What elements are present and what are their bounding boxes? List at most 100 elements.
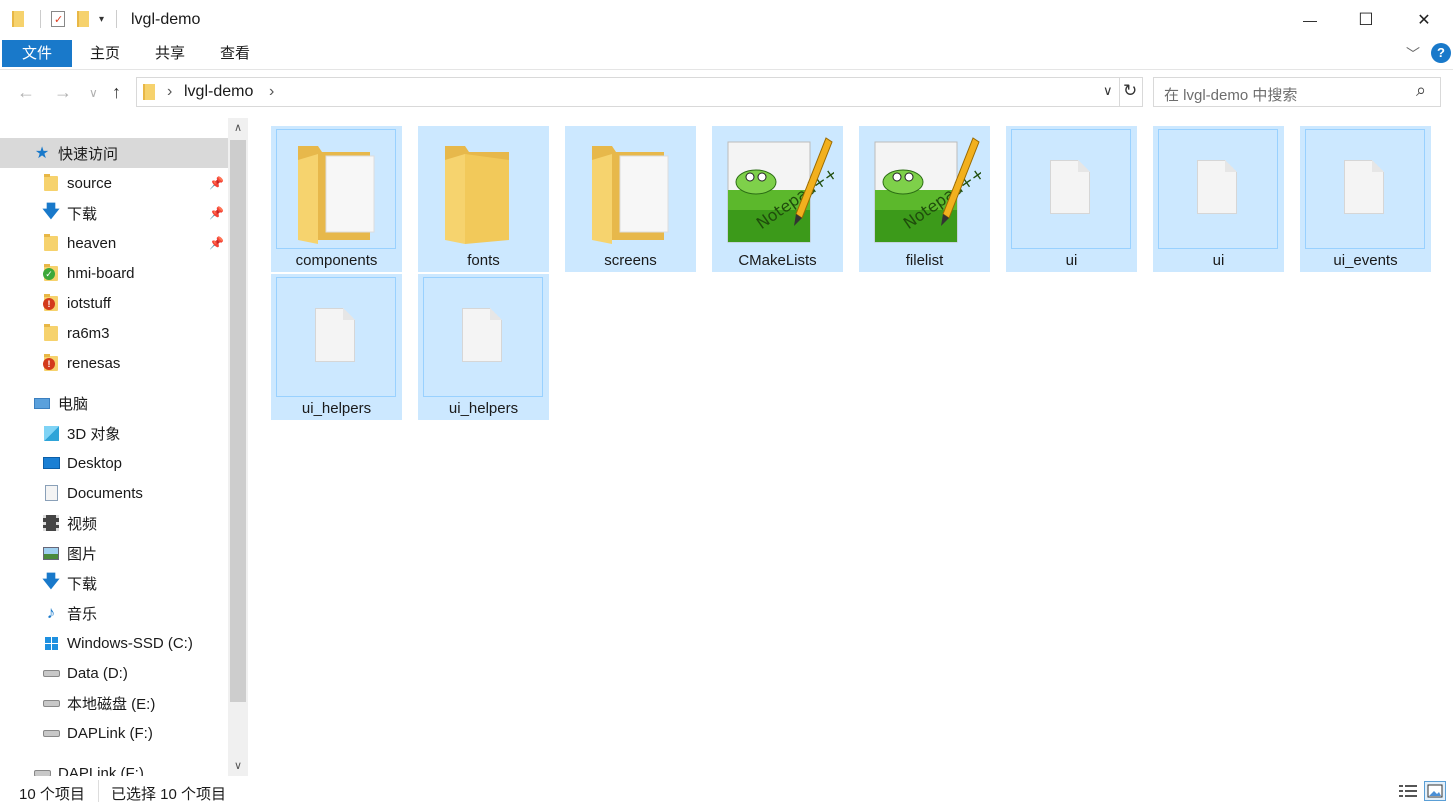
sidebar-item-desktop[interactable]: Desktop xyxy=(0,448,228,478)
file-item-cmakelists[interactable]: Notepad++ CMakeLists xyxy=(712,126,843,272)
file-item-ui[interactable]: ui xyxy=(1006,126,1137,272)
search-icon[interactable]: ⌕ xyxy=(1416,80,1426,101)
forward-button[interactable]: → xyxy=(54,82,72,103)
new-folder-icon[interactable] xyxy=(77,11,89,27)
file-name: ui_helpers xyxy=(301,400,372,417)
tab-share[interactable]: 共享 xyxy=(145,40,195,67)
file-item-ui-helpers[interactable]: ui_helpers xyxy=(271,274,402,420)
minimize-button[interactable]: — xyxy=(1281,0,1339,40)
expand-ribbon-icon[interactable]: ﹀ xyxy=(1406,44,1420,64)
address-bar[interactable]: › lvgl-demo › ∨ ↻ xyxy=(136,77,1143,107)
breadcrumb-separator[interactable]: › xyxy=(167,83,172,101)
sidebar-item-this-pc[interactable]: 电脑 xyxy=(0,388,228,418)
file-item-components[interactable]: components xyxy=(271,126,402,272)
file-name: CMakeLists xyxy=(738,252,817,269)
notepad-plus-plus-icon: Notepad++ xyxy=(727,137,834,243)
desktop-icon xyxy=(42,454,60,472)
sidebar-item-label: Windows-SSD (C:) xyxy=(67,634,193,652)
sidebar-item-pictures[interactable]: 图片 xyxy=(0,538,228,568)
file-item-ui-2[interactable]: ui xyxy=(1153,126,1284,272)
sidebar-item-downloads[interactable]: 🡇 下载 📌 xyxy=(0,198,228,228)
file-item-filelist[interactable]: Notepad++ filelist xyxy=(859,126,990,272)
file-item-screens[interactable]: screens xyxy=(565,126,696,272)
pin-icon: 📌 xyxy=(209,236,224,250)
sidebar-item-quick-access[interactable]: ★ 快速访问 xyxy=(0,138,228,168)
scroll-down-button[interactable]: ∨ xyxy=(228,756,248,776)
git-alert-folder-icon: ! xyxy=(42,353,60,372)
drive-icon xyxy=(42,694,60,712)
sidebar-item-videos[interactable]: 视频 xyxy=(0,508,228,538)
drive-icon xyxy=(42,724,60,742)
scroll-thumb[interactable] xyxy=(230,140,246,702)
file-item-fonts[interactable]: fonts xyxy=(418,126,549,272)
breadcrumb-separator[interactable]: › xyxy=(269,83,274,101)
pin-icon: 📌 xyxy=(209,206,224,220)
sidebar-item-label: 图片 xyxy=(67,545,98,563)
breadcrumb-item[interactable]: lvgl-demo xyxy=(184,83,253,101)
pin-icon: 📌 xyxy=(209,176,224,190)
customize-toolbar-icon[interactable]: ▾ xyxy=(99,14,104,25)
tab-view[interactable]: 查看 xyxy=(210,40,260,67)
sidebar-item-music[interactable]: ♪ 音乐 xyxy=(0,598,228,628)
file-item-ui-helpers-2[interactable]: ui_helpers xyxy=(418,274,549,420)
folder-icon xyxy=(42,173,60,192)
sidebar-item-documents[interactable]: Documents xyxy=(0,478,228,508)
sidebar-item-drive-e[interactable]: 本地磁盘 (E:) xyxy=(0,688,228,718)
large-icons-view-button[interactable] xyxy=(1424,781,1446,801)
sidebar-item-label: source xyxy=(67,174,113,192)
tab-home[interactable]: 主页 xyxy=(80,40,130,67)
sidebar-item-label: 音乐 xyxy=(67,605,98,623)
sidebar-item-heaven[interactable]: heaven 📌 xyxy=(0,228,228,258)
recent-locations-button[interactable]: ∨ xyxy=(89,86,98,100)
notepad-plus-plus-icon: Notepad++ xyxy=(874,137,981,243)
drive-icon xyxy=(33,764,51,776)
folder-icon xyxy=(42,323,60,342)
sidebar-scrollbar[interactable]: ∧ ∨ xyxy=(228,118,248,776)
folder-icon xyxy=(445,146,509,244)
sidebar-item-label: Documents xyxy=(67,484,143,502)
properties-icon[interactable]: ✓ xyxy=(51,11,65,27)
title-bar: ✓ ▾ lvgl-demo — ☐ ✕ xyxy=(0,0,1453,40)
file-icon xyxy=(1344,160,1384,214)
separator xyxy=(1119,78,1120,106)
ribbon-tabs: 文件 主页 共享 查看 ﹀ ? xyxy=(0,40,1453,70)
separator xyxy=(40,10,41,28)
sidebar-item-hmi-board[interactable]: ✓ hmi-board xyxy=(0,258,228,288)
sidebar-item-label: 电脑 xyxy=(58,395,89,413)
sidebar-item-label: heaven xyxy=(67,234,117,252)
scroll-up-button[interactable]: ∧ xyxy=(228,118,248,138)
sidebar-item-ra6m3[interactable]: ra6m3 xyxy=(0,318,228,348)
file-name: screens xyxy=(604,252,657,269)
pictures-icon xyxy=(42,544,60,562)
sidebar-item-label: 下载 xyxy=(67,575,98,593)
sidebar-item-drive-f-root[interactable]: DAPLink (F:) xyxy=(0,758,228,776)
details-view-button[interactable] xyxy=(1397,781,1419,801)
file-name: ui_events xyxy=(1333,252,1398,269)
tab-file[interactable]: 文件 xyxy=(2,40,72,67)
sidebar-item-drive-d[interactable]: Data (D:) xyxy=(0,658,228,688)
sidebar-item-3d-objects[interactable]: 3D 对象 xyxy=(0,418,228,448)
search-box[interactable]: 在 lvgl-demo 中搜索 ⌕ xyxy=(1153,77,1441,107)
sidebar-item-iotstuff[interactable]: ! iotstuff xyxy=(0,288,228,318)
sidebar-item-renesas[interactable]: ! renesas xyxy=(0,348,228,378)
search-input[interactable]: 在 lvgl-demo 中搜索 xyxy=(1164,84,1297,105)
details-view-icon xyxy=(1399,785,1417,797)
file-icon xyxy=(1197,160,1237,214)
maximize-button[interactable]: ☐ xyxy=(1337,0,1395,40)
selection-count: 已选择 10 个项目 xyxy=(111,786,227,803)
sidebar-item-drive-f[interactable]: DAPLink (F:) xyxy=(0,718,228,748)
up-button[interactable]: ↑ xyxy=(112,82,121,103)
download-icon: 🡇 xyxy=(42,201,60,221)
sidebar-item-source[interactable]: source 📌 xyxy=(0,168,228,198)
sidebar-item-drive-c[interactable]: Windows-SSD (C:) xyxy=(0,628,228,658)
navigation-pane: ★ 快速访问 source 📌 🡇 下载 📌 heaven 📌 ✓ hmi-bo… xyxy=(0,118,248,776)
file-list-view[interactable]: components fonts screens Notepad++ CMake… xyxy=(248,118,1453,776)
back-button[interactable]: ← xyxy=(17,82,35,103)
sidebar-item-label: iotstuff xyxy=(67,294,111,312)
close-button[interactable]: ✕ xyxy=(1395,0,1453,40)
sidebar-item-downloads-pc[interactable]: 🡇 下载 xyxy=(0,568,228,598)
address-dropdown-button[interactable]: ∨ xyxy=(1103,83,1113,99)
help-icon[interactable]: ? xyxy=(1431,43,1451,63)
refresh-button[interactable]: ↻ xyxy=(1123,81,1137,101)
file-item-ui-events[interactable]: ui_events xyxy=(1300,126,1431,272)
